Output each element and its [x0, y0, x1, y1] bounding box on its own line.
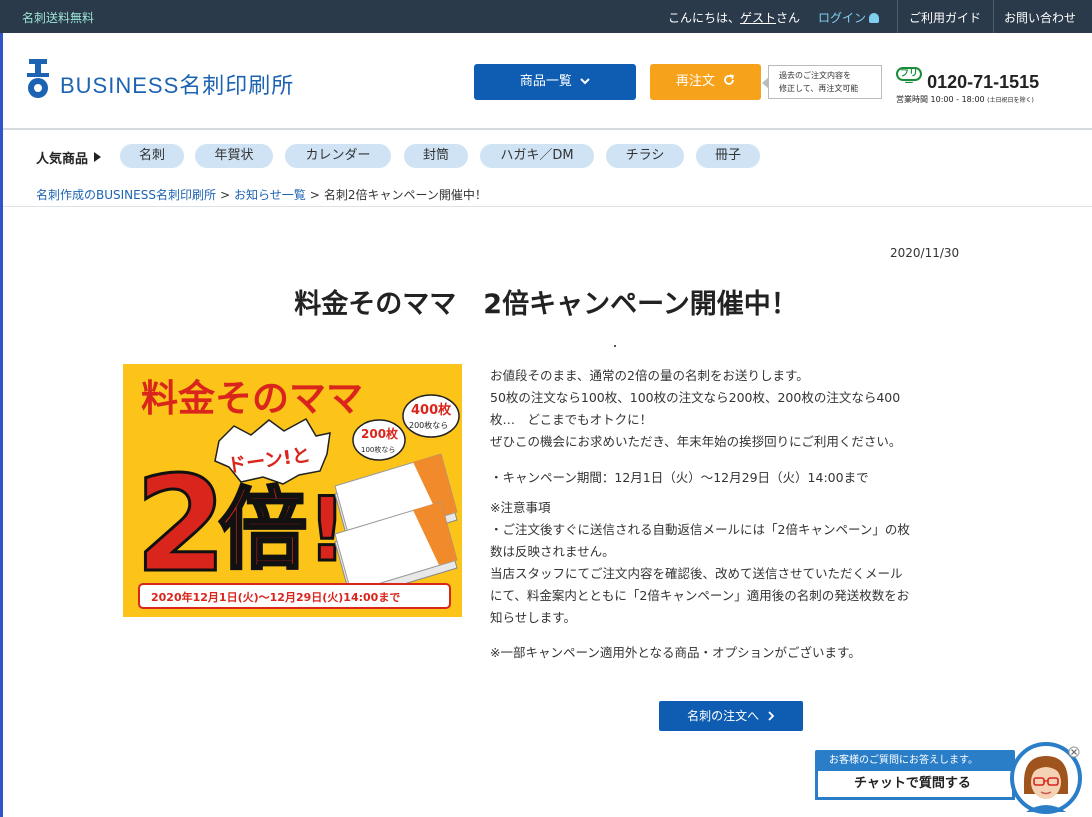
login-link[interactable]: ログイン: [818, 9, 880, 26]
chevron-right-icon: [768, 711, 775, 721]
notes-heading: ※注意事項: [490, 500, 551, 515]
breadcrumb-separator: >: [219, 188, 231, 202]
popular-item-booklet[interactable]: 冊子: [696, 144, 760, 168]
popular-item-envelope[interactable]: 封筒: [404, 144, 468, 168]
greeting-text: こんにちは、ゲストさん: [668, 9, 800, 26]
banner-big-2: 2: [135, 448, 227, 602]
campaign-period: ・キャンペーン期間：12月1日（火）～12月29日（火）14:00まで: [490, 470, 869, 485]
article-line: 50枚の注文なら100枚、100枚の注文なら200枚、200枚の注文なら400: [490, 390, 901, 405]
article-line: 枚… どこまでもオトクに！: [490, 412, 653, 427]
triangle-right-icon: [94, 152, 102, 162]
breadcrumb-current: 名刺2倍キャンペーン開催中！: [323, 188, 487, 202]
notes-line: にて、料金案内とともに「2倍キャンペーン」適用後の名刺の発送枚数をお: [490, 588, 910, 603]
phone-contact[interactable]: フリー 0120-71-1515 営業時間 10:00 - 18:00 (土日祝…: [896, 67, 1076, 105]
breadcrumb: 名刺作成のBUSINESS名刺印刷所 > お知らせ一覧 > 名刺2倍キャンペーン開催中！: [36, 186, 487, 203]
notes-line: 当店スタッフにてご注文内容を確認後、改めて送信させていただくメール: [490, 566, 903, 581]
banner-dates: 2020年12月1日(火)～12月29日(火)14:00まで: [151, 590, 400, 604]
reorder-note-line: 修正して、再注文可能: [779, 84, 859, 93]
article-body: お値段そのまま、通常の2倍の量の名刺をお送りします。 50枚の注文なら100枚、…: [490, 365, 985, 664]
user-icon: [869, 13, 880, 23]
refresh-icon: [724, 74, 735, 85]
popular-label: 人気商品: [36, 148, 102, 167]
contact-link[interactable]: お問い合わせ: [1004, 9, 1076, 26]
campaign-banner: 料金そのママ ドーン!と 200枚 100枚なら 400枚 200枚なら 2 倍…: [123, 364, 462, 617]
article-line: ぜひこの機会にお求めいただき、年末年始の挨拶回りにご利用ください。: [490, 434, 902, 449]
popular-item-calendar[interactable]: カレンダー: [285, 144, 391, 168]
phone-number: 0120-71-1515: [927, 72, 1040, 92]
free-shipping-text: 名刺送料無料: [22, 11, 95, 25]
exclusion-note: ※一部キャンペーン適用外となる商品・オプションがございます。: [490, 645, 861, 660]
header-divider: [3, 128, 1092, 130]
greeting-suffix: さん: [776, 11, 801, 25]
order-button-label: 名刺の注文へ: [687, 709, 760, 723]
breadcrumb-home[interactable]: 名刺作成のBUSINESS名刺印刷所: [36, 188, 216, 202]
topbar-divider: [993, 0, 994, 33]
top-bar: 名刺送料無料 こんにちは、ゲストさん ログイン ご利用ガイド お問い合わせ: [0, 0, 1092, 33]
guest-name: ゲスト: [740, 11, 777, 25]
freedial-icon: フリー: [896, 67, 922, 89]
products-menu-button[interactable]: 商品一覧: [474, 64, 636, 100]
hours-text: 営業時間 10:00 - 18:00: [896, 95, 985, 104]
chevron-down-icon: [580, 78, 590, 85]
notes-line: 数は反映されません。: [490, 544, 615, 559]
breadcrumb-news[interactable]: お知らせ一覧: [234, 188, 306, 202]
banner-headline: 料金そのママ: [141, 377, 363, 420]
article-line: お値段そのまま、通常の2倍の量の名刺をお送りします。: [490, 368, 809, 383]
popular-item-nengajo[interactable]: 年賀状: [195, 144, 273, 168]
reorder-note: 過去のご注文内容を 修正して、再注文可能: [762, 65, 882, 99]
popular-item-meishi[interactable]: 名刺: [120, 144, 184, 168]
business-hours: 営業時間 10:00 - 18:00 (土日祝日を除く): [896, 94, 1076, 105]
greeting-prefix: こんにちは、: [668, 11, 741, 25]
products-button-label: 商品一覧: [519, 74, 572, 89]
logo-mark-icon: [27, 59, 49, 98]
popular-item-postcard[interactable]: ハガキ／DM: [480, 144, 594, 168]
reorder-note-line: 過去のご注文内容を: [779, 71, 851, 80]
login-label: ログイン: [818, 11, 867, 25]
decorative-dot: [614, 345, 616, 347]
chat-button[interactable]: チャットで質問する: [815, 771, 1015, 800]
chat-widget-header: お客様のご質問にお答えします。: [815, 750, 1015, 771]
banner-200: 200枚: [361, 426, 399, 441]
banner-100: 100枚なら: [361, 445, 395, 454]
breadcrumb-divider: [3, 206, 1092, 207]
breadcrumb-separator: >: [309, 188, 320, 202]
popular-label-text: 人気商品: [36, 152, 89, 167]
order-meishi-button[interactable]: 名刺の注文へ: [659, 701, 803, 731]
banner-400: 400枚: [411, 402, 452, 418]
notes-line: ・ご注文後すぐに送信される自動返信メールには「2倍キャンペーン」の枚: [490, 522, 910, 537]
popular-item-flyer[interactable]: チラシ: [606, 144, 684, 168]
post-date: 2020/11/30: [890, 246, 960, 260]
reorder-button[interactable]: 再注文: [650, 64, 761, 100]
topbar-divider: [897, 0, 898, 33]
notes-line: 知らせします。: [490, 610, 577, 625]
guide-link[interactable]: ご利用ガイド: [909, 9, 981, 26]
banner-200b: 200枚なら: [409, 420, 448, 430]
chat-operator-avatar-icon[interactable]: [1010, 742, 1082, 814]
banner-big-bai: 倍!: [219, 478, 347, 581]
logo-text: BUSINESS名刺印刷所: [60, 73, 295, 98]
page-title: 料金そのママ 2倍キャンペーン開催中！: [294, 289, 798, 320]
chat-widget[interactable]: お客様のご質問にお答えします。 チャットで質問する: [815, 750, 1015, 802]
hours-note: (土日祝日を除く): [987, 97, 1034, 104]
reorder-button-label: 再注文: [675, 74, 715, 89]
window-left-edge: [0, 33, 3, 817]
